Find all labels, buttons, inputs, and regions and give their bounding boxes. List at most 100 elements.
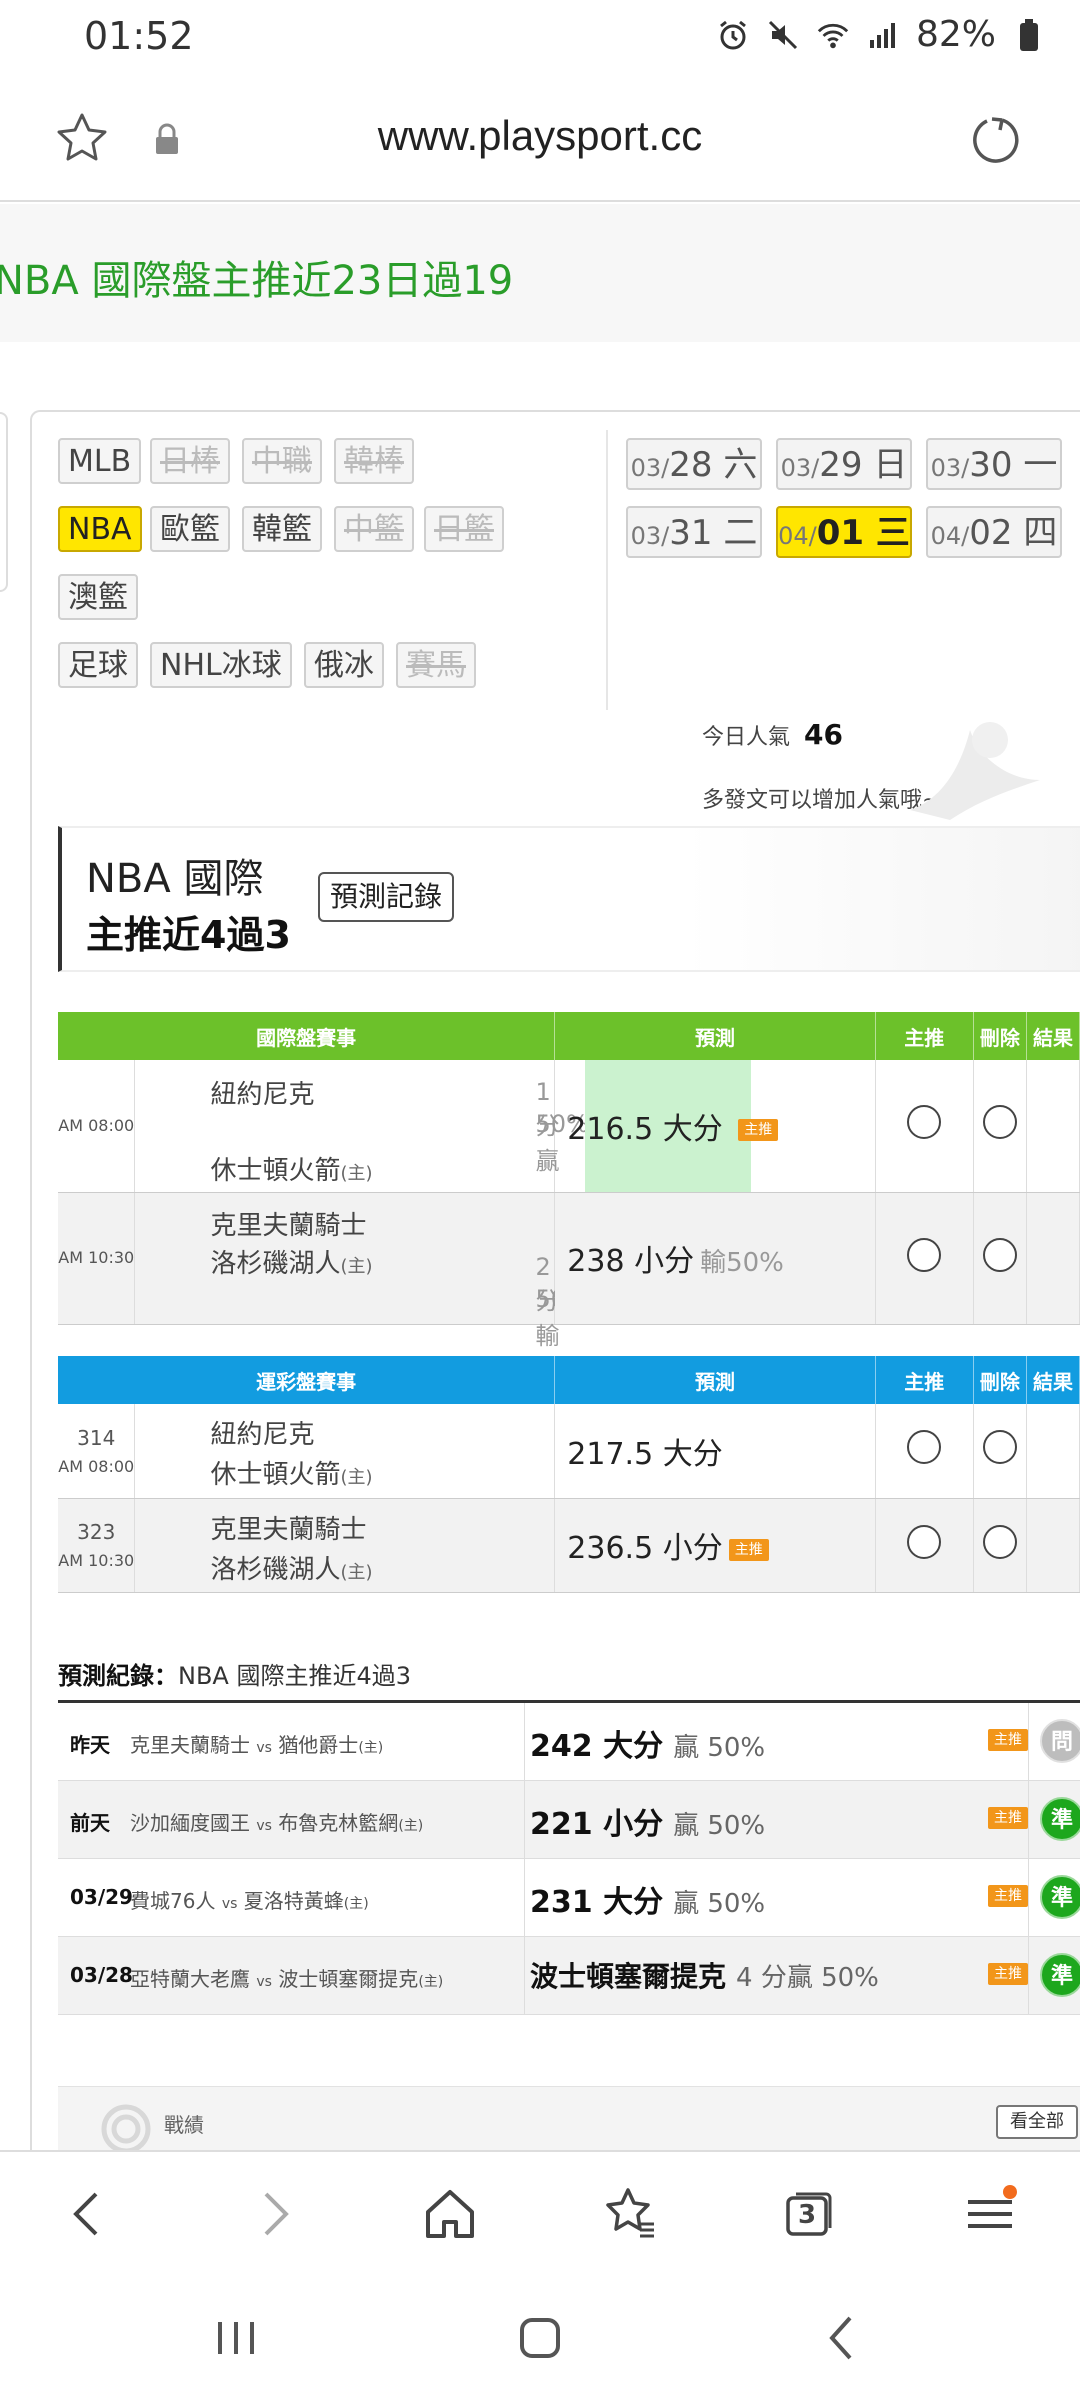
main-pick-cell <box>875 1404 974 1499</box>
reload-icon[interactable] <box>968 112 1024 168</box>
col-prediction: 預測 <box>554 1012 876 1060</box>
col-result: 結果 <box>1026 1012 1080 1060</box>
system-back-icon[interactable] <box>812 2308 872 2368</box>
date-0401[interactable]: 04/01 三 <box>776 506 912 558</box>
prediction-cell[interactable]: 216.5 大分 主推 <box>554 1060 876 1193</box>
date-0330[interactable]: 03/30 一 <box>926 438 1062 490</box>
headline-text[interactable]: NBA 國際盤主推近23日過19 <box>0 248 513 306</box>
col-prediction: 預測 <box>554 1356 876 1404</box>
prediction-cell[interactable]: 236.5 小分 主推 <box>554 1498 876 1593</box>
home-team: 洛杉磯湖人(主) <box>210 1248 373 1279</box>
result-cell <box>1026 1404 1080 1499</box>
history-date: 03/28 <box>70 1963 133 1987</box>
main-pick-badge: 主推 <box>728 1538 769 1561</box>
result-pending-icon: 問 <box>1040 1719 1080 1763</box>
browser-toolbar: 3 <box>0 2150 1080 2270</box>
sport-china-basketball: 中籃 <box>334 506 414 552</box>
away-team: 克里夫蘭騎士 <box>210 1514 367 1545</box>
result-correct-icon: 準 <box>1040 1875 1080 1919</box>
main-pick-radio[interactable] <box>907 1237 942 1272</box>
delete-radio[interactable] <box>982 1524 1017 1559</box>
table-row: AM 10:30 克里夫蘭騎士 洛杉磯湖人(主) 2分輸 50% 238 小分輸… <box>58 1192 1080 1350</box>
home-team: 洛杉磯湖人(主) <box>210 1554 373 1585</box>
col-main-pick: 主推 <box>875 1012 974 1060</box>
view-all-button[interactable]: 看全部 <box>996 2105 1078 2139</box>
main-pick-radio[interactable] <box>907 1430 942 1465</box>
list-item[interactable]: 03/28 亞特蘭大老鷹 vs 波士頓塞爾提克(主) 波士頓塞爾提克 4 分贏 5… <box>58 1937 1080 2015</box>
side-panel-edge <box>0 412 8 592</box>
match-time: 323 AM 10:30 <box>58 1498 136 1593</box>
menu-icon[interactable] <box>960 2184 1020 2244</box>
home-button-icon[interactable] <box>510 2308 570 2368</box>
prediction-value: 217.5 大分 <box>567 1436 723 1472</box>
prediction-result: 輸50% <box>700 1248 784 1278</box>
popularity: 今日人氣 46 <box>702 718 843 751</box>
recent-apps-icon[interactable] <box>206 2308 266 2368</box>
list-item[interactable]: 前天 沙加緬度國王 vs 布魯克林籃網(主) 221 小分贏 50% 主推 準 <box>58 1781 1080 1859</box>
date-0328[interactable]: 03/28 六 <box>626 438 762 490</box>
table-row: AM 08:00 紐約尼克 1分贏 50% 休士頓火箭(主) 216.5 大分 … <box>58 1060 1080 1193</box>
delete-radio[interactable] <box>982 1430 1017 1465</box>
home-team: 休士頓火箭(主) <box>210 1460 373 1490</box>
decorative-logo-icon <box>910 722 1040 820</box>
away-team: 紐約尼克 <box>210 1420 315 1450</box>
history-match: 亞特蘭大老鷹 vs 波士頓塞爾提克(主) <box>130 1967 444 1991</box>
date-0402[interactable]: 04/02 四 <box>926 506 1062 558</box>
date-0331[interactable]: 03/31 二 <box>626 506 762 558</box>
match-number: 323 <box>77 1520 116 1545</box>
status-icons: 82% <box>716 14 1046 55</box>
prediction-value: 236.5 小分 <box>567 1531 723 1566</box>
sport-soccer[interactable]: 足球 <box>58 642 138 688</box>
sport-korea-basketball[interactable]: 韓籃 <box>242 506 322 552</box>
history-date: 03/29 <box>70 1885 133 1909</box>
wifi-icon <box>816 18 850 52</box>
sport-aus-basketball[interactable]: 澳籃 <box>58 574 138 620</box>
sport-nba[interactable]: NBA <box>58 506 142 552</box>
list-item[interactable]: 03/29 費城76人 vs 夏洛特黃蜂(主) 231 大分贏 50% 主推 準 <box>58 1859 1080 1937</box>
sport-cpbl: 中職 <box>242 438 322 484</box>
clock: 01:52 <box>84 14 194 58</box>
forward-icon[interactable] <box>244 2184 304 2244</box>
match-time: 314 AM 08:00 <box>58 1404 136 1499</box>
sport-nhl[interactable]: NHL冰球 <box>150 642 292 688</box>
main-pick-badge: 主推 <box>988 1729 1028 1751</box>
headline-banner[interactable]: NBA 國際盤主推近23日過19 <box>0 204 1080 342</box>
history-pick: 221 小分贏 50% <box>530 1807 766 1842</box>
sport-mlb[interactable]: MLB <box>58 438 142 484</box>
main-pick-badge: 主推 <box>988 1807 1028 1829</box>
history-pick: 波士頓塞爾提克 4 分贏 50% <box>530 1960 879 1993</box>
popularity-count: 46 <box>804 718 843 751</box>
history-pick: 231 大分贏 50% <box>530 1885 766 1920</box>
result-correct-icon: 準 <box>1040 1797 1080 1841</box>
table-row: 323 AM 10:30 克里夫蘭騎士 洛杉磯湖人(主) 236.5 小分 主推 <box>58 1498 1080 1593</box>
delete-radio[interactable] <box>982 1105 1017 1140</box>
main-pick-radio[interactable] <box>907 1105 942 1140</box>
match-teams: 克里夫蘭騎士 洛杉磯湖人(主) 2分輸 50% <box>134 1192 589 1350</box>
sport-russia-hockey[interactable]: 俄冰 <box>304 642 384 688</box>
history-date: 昨天 <box>70 1733 110 1757</box>
bookmarks-icon[interactable] <box>600 2184 660 2244</box>
list-item[interactable]: 昨天 克里夫蘭騎士 vs 猶他爵士(主) 242 大分贏 50% 主推 問 <box>58 1703 1080 1781</box>
back-icon[interactable] <box>58 2184 118 2244</box>
tipster-record: 主推近4過3 <box>86 913 291 957</box>
system-navigation-bar <box>0 2270 1080 2400</box>
url-text[interactable]: www.playsport.cc <box>0 112 1080 160</box>
prediction-cell[interactable]: 217.5 大分 <box>554 1404 876 1499</box>
history-match: 沙加緬度國王 vs 布魯克林籃網(主) <box>130 1811 424 1835</box>
home-icon[interactable] <box>420 2184 480 2244</box>
prediction-cell[interactable]: 238 小分 輸50% <box>554 1192 876 1325</box>
sport-japan-baseball: 日棒 <box>150 438 230 484</box>
status-bar: 01:52 82% <box>0 0 1080 72</box>
result-cell <box>1026 1060 1080 1193</box>
col-lottery-match: 運彩盤賽事 <box>58 1356 556 1404</box>
date-0329[interactable]: 03/29 日 <box>776 438 912 490</box>
prediction-record-button[interactable]: 預測記錄 <box>318 872 455 922</box>
sport-euro-basketball[interactable]: 歐籃 <box>150 506 230 552</box>
intl-odds-table: 國際盤賽事 預測 主推 刪除 結果 AM 08:00 紐約尼克 1分贏 50% … <box>58 1012 1080 1350</box>
filter-divider <box>606 430 608 710</box>
history-match: 費城76人 vs 夏洛特黃蜂(主) <box>130 1889 369 1913</box>
main-pick-radio[interactable] <box>907 1524 942 1559</box>
tabs-icon[interactable]: 3 <box>778 2184 838 2244</box>
alarm-icon <box>716 18 750 52</box>
delete-radio[interactable] <box>982 1237 1017 1272</box>
